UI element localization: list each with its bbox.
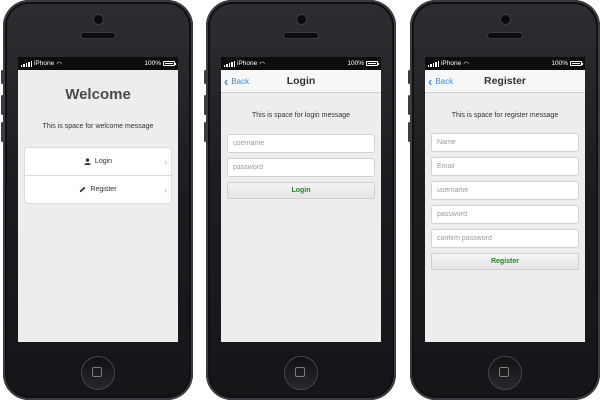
wifi-icon: ◠	[259, 60, 265, 68]
name-input[interactable]	[431, 133, 579, 152]
home-button[interactable]	[489, 357, 521, 389]
confirm-password-input[interactable]	[431, 229, 579, 248]
chevron-right-icon: ›	[164, 184, 167, 195]
register-menu-item[interactable]: Register ›	[25, 175, 171, 203]
status-bar: iPhone ◠ 100%	[221, 57, 381, 70]
back-button[interactable]: ‹ Back	[428, 70, 453, 92]
home-button[interactable]	[82, 357, 114, 389]
battery-percent: 100%	[144, 60, 161, 67]
volume-down-button	[204, 122, 207, 142]
earpiece-speaker	[284, 33, 318, 38]
password-input[interactable]	[227, 158, 375, 177]
chevron-left-icon: ‹	[224, 73, 229, 89]
user-icon	[84, 158, 91, 165]
earpiece-speaker	[488, 33, 522, 38]
back-label: Back	[435, 76, 454, 86]
wifi-icon: ◠	[56, 60, 62, 68]
volume-up-button	[204, 95, 207, 115]
chevron-right-icon: ›	[164, 156, 167, 167]
volume-up-button	[408, 95, 411, 115]
carrier-label: iPhone	[440, 60, 462, 67]
register-message: This is space for register message	[451, 112, 559, 119]
welcome-message: This is space for welcome message	[42, 123, 154, 130]
volume-down-button	[408, 122, 411, 142]
password-input[interactable]	[431, 205, 579, 224]
nav-bar: ‹ Back Register	[425, 70, 585, 93]
front-camera	[500, 15, 510, 24]
signal-icon	[21, 60, 32, 67]
battery-percent: 100%	[551, 60, 568, 67]
login-button[interactable]: Login	[227, 182, 375, 199]
back-label: Back	[231, 76, 250, 86]
carrier-label: iPhone	[236, 60, 258, 67]
earpiece-speaker	[81, 33, 115, 38]
register-form: Register	[431, 133, 579, 270]
mute-switch	[204, 70, 207, 84]
login-menu-label: Login	[94, 158, 113, 165]
pencil-icon	[79, 186, 86, 193]
mute-switch	[408, 70, 411, 84]
main-menu: Login › Register ›	[24, 147, 172, 204]
wifi-icon: ◠	[463, 60, 469, 68]
carrier-label: iPhone	[33, 60, 55, 67]
login-screen: iPhone ◠ 100% ‹ Back Login This is space…	[221, 57, 381, 342]
page-title: Login	[286, 75, 316, 87]
status-bar: iPhone ◠ 100%	[425, 57, 585, 70]
page-title: Welcome	[65, 86, 131, 103]
battery-icon	[366, 61, 379, 66]
login-message: This is space for login message	[251, 112, 351, 119]
home-button[interactable]	[285, 357, 317, 389]
battery-icon	[163, 61, 176, 66]
register-menu-label: Register	[90, 186, 117, 193]
phone-login: iPhone ◠ 100% ‹ Back Login This is space…	[204, 0, 396, 400]
status-bar: iPhone ◠ 100%	[18, 57, 178, 70]
username-input[interactable]	[227, 134, 375, 153]
front-camera	[93, 15, 103, 24]
page-title: Register	[483, 75, 526, 87]
email-input[interactable]	[431, 157, 579, 176]
mute-switch	[1, 70, 4, 84]
login-form: Login	[227, 134, 375, 199]
login-menu-item[interactable]: Login ›	[25, 148, 171, 175]
signal-icon	[428, 60, 439, 67]
nav-bar: ‹ Back Login	[221, 70, 381, 93]
signal-icon	[224, 60, 235, 67]
chevron-left-icon: ‹	[428, 73, 433, 89]
phone-register: iPhone ◠ 100% ‹ Back Register This is sp…	[408, 0, 600, 400]
back-button[interactable]: ‹ Back	[224, 70, 249, 92]
front-camera	[296, 15, 306, 24]
volume-down-button	[1, 122, 4, 142]
register-button[interactable]: Register	[431, 253, 579, 270]
username-input[interactable]	[431, 181, 579, 200]
battery-percent: 100%	[347, 60, 364, 67]
phone-welcome: iPhone ◠ 100% Welcome This is space for …	[1, 0, 193, 400]
volume-up-button	[1, 95, 4, 115]
register-screen: iPhone ◠ 100% ‹ Back Register This is sp…	[425, 57, 585, 342]
welcome-screen: iPhone ◠ 100% Welcome This is space for …	[18, 57, 178, 342]
battery-icon	[570, 61, 583, 66]
